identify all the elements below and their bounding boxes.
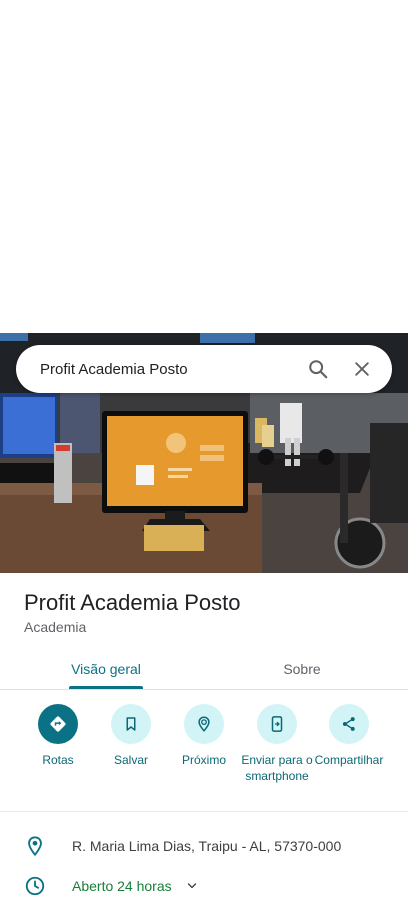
save-label: Salvar bbox=[113, 753, 148, 767]
share-label: Compartilhar bbox=[314, 753, 384, 767]
directions-button[interactable]: Rotas bbox=[18, 704, 98, 768]
directions-label: Rotas bbox=[42, 753, 74, 767]
nearby-button[interactable]: Próximo bbox=[164, 704, 244, 768]
place-title: Profit Academia Posto bbox=[24, 590, 241, 615]
share-icon bbox=[329, 704, 369, 744]
address-row[interactable]: R. Maria Lima Dias, Traipu - AL, 57370-0… bbox=[0, 828, 408, 864]
tab-overview[interactable]: Visão geral bbox=[4, 648, 208, 690]
location-pin-icon bbox=[0, 835, 72, 857]
search-input[interactable]: Profit Academia Posto bbox=[16, 361, 296, 378]
chevron-down-icon[interactable] bbox=[186, 880, 198, 892]
section-divider bbox=[0, 811, 408, 812]
directions-icon bbox=[38, 704, 78, 744]
address-text: R. Maria Lima Dias, Traipu - AL, 57370-0… bbox=[72, 838, 342, 854]
close-icon[interactable] bbox=[340, 345, 384, 393]
search-icon[interactable] bbox=[296, 345, 340, 393]
save-button[interactable]: Salvar bbox=[91, 704, 171, 768]
map-area[interactable] bbox=[0, 0, 408, 333]
nearby-label: Próximo bbox=[181, 753, 226, 767]
hours-row[interactable]: Aberto 24 horas bbox=[0, 868, 408, 904]
share-button[interactable]: Compartilhar bbox=[309, 704, 389, 768]
send-to-phone-icon bbox=[257, 704, 297, 744]
tab-indicator bbox=[69, 686, 143, 689]
hours-text: Aberto 24 horas bbox=[72, 878, 172, 894]
tab-about[interactable]: Sobre bbox=[200, 648, 404, 690]
clock-icon bbox=[0, 875, 72, 897]
send-to-phone-button[interactable]: Enviar para o smartphone bbox=[237, 704, 317, 784]
send-to-phone-label: Enviar para o smartphone bbox=[241, 753, 313, 783]
place-category[interactable]: Academia bbox=[24, 619, 86, 635]
action-buttons: Rotas Salvar Próximo Enviar para o smart… bbox=[0, 704, 408, 804]
nearby-icon bbox=[184, 704, 224, 744]
bookmark-icon bbox=[111, 704, 151, 744]
search-bar[interactable]: Profit Academia Posto bbox=[16, 345, 392, 393]
tab-bar: Visão geral Sobre bbox=[0, 648, 408, 690]
